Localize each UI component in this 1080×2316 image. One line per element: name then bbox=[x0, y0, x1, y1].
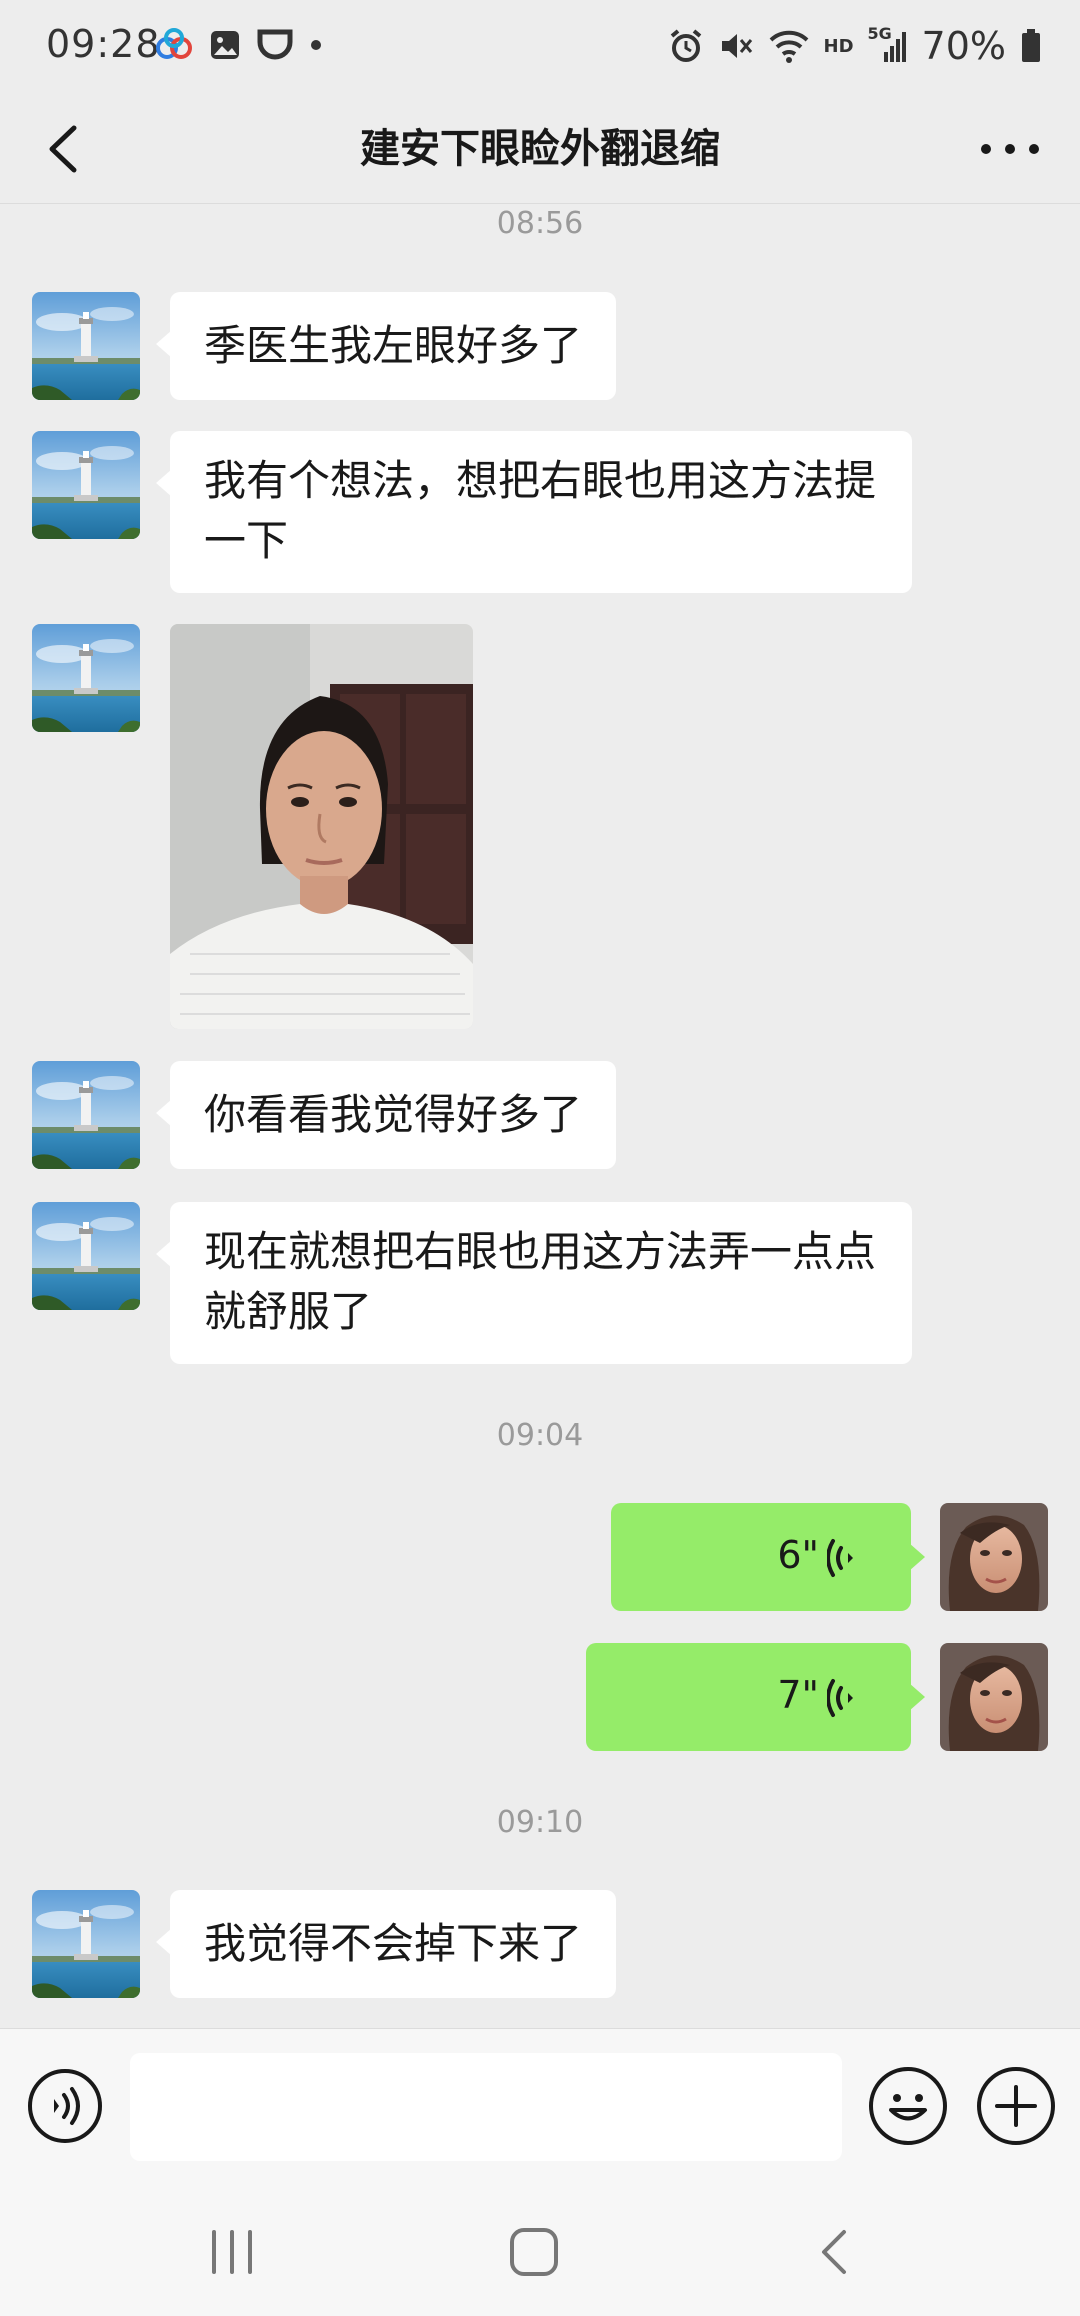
message-bubble[interactable]: 你看看我觉得好多了 bbox=[155, 1061, 617, 1169]
voice-duration: 6" bbox=[777, 1533, 819, 1577]
chat-input-bar bbox=[0, 2028, 1080, 2188]
timestamp: 08:56 bbox=[496, 206, 584, 241]
contact-avatar[interactable] bbox=[32, 1890, 140, 1998]
notification-icons bbox=[155, 28, 323, 62]
battery-percent: 70% bbox=[921, 24, 1006, 68]
contact-avatar[interactable] bbox=[32, 1061, 140, 1169]
contact-avatar[interactable] bbox=[32, 1202, 140, 1310]
message-text: 季医生我左眼好多了 bbox=[204, 321, 583, 370]
contact-avatar[interactable] bbox=[32, 431, 140, 539]
gallery-icon bbox=[211, 31, 239, 59]
chat-header: 建安下眼睑外翻退缩 bbox=[0, 92, 1080, 204]
dot-icon bbox=[311, 40, 321, 50]
plus-button[interactable] bbox=[977, 2067, 1055, 2145]
hd-label: HD bbox=[823, 35, 854, 57]
shield-app-icon bbox=[257, 29, 293, 60]
message-input[interactable] bbox=[130, 2053, 842, 2161]
message-bubble[interactable]: 我有个想法，想把右眼也用这方法提一下 bbox=[156, 431, 912, 593]
contact-avatar[interactable] bbox=[32, 624, 140, 732]
mute-icon bbox=[721, 34, 752, 58]
voice-message-bubble[interactable]: 7" bbox=[586, 1643, 925, 1751]
voice-duration: 7" bbox=[777, 1673, 819, 1717]
voice-icon bbox=[827, 1679, 853, 1717]
home-icon[interactable] bbox=[504, 2222, 564, 2282]
voice-icon bbox=[827, 1539, 853, 1577]
nav-back-icon[interactable] bbox=[806, 2222, 866, 2282]
voice-message-bubble[interactable]: 6" bbox=[611, 1503, 925, 1611]
status-time: 09:28 bbox=[46, 22, 161, 66]
timestamp: 09:10 bbox=[496, 1805, 584, 1840]
recent-apps-icon[interactable] bbox=[202, 2222, 262, 2282]
status-bar: 09:28 HD 5G 70% bbox=[0, 0, 1080, 92]
plus-icon bbox=[995, 2085, 1037, 2127]
emoji-button[interactable] bbox=[869, 2067, 947, 2145]
timestamp: 09:04 bbox=[496, 1418, 584, 1453]
photo-message[interactable] bbox=[170, 624, 473, 1029]
message-bubble[interactable]: 我觉得不会掉下来了 bbox=[155, 1890, 617, 1998]
my-avatar[interactable] bbox=[940, 1643, 1048, 1751]
message-bubble[interactable]: 季医生我左眼好多了 bbox=[155, 292, 617, 400]
message-text: 现在就想把右眼也用这方法弄一点点就舒服了 bbox=[204, 1227, 877, 1336]
chat-title: 建安下眼睑外翻退缩 bbox=[360, 126, 720, 172]
message-text: 我有个想法，想把右眼也用这方法提一下 bbox=[204, 456, 877, 565]
voice-input-button[interactable] bbox=[28, 2069, 102, 2143]
system-nav-bar bbox=[0, 2188, 1080, 2316]
contact-avatar[interactable] bbox=[32, 292, 140, 400]
voice-input-icon bbox=[54, 2087, 80, 2125]
cloud-app-icon bbox=[156, 28, 192, 59]
emoji-icon bbox=[889, 2094, 927, 2121]
message-text: 你看看我觉得好多了 bbox=[204, 1090, 583, 1139]
message-text: 我觉得不会掉下来了 bbox=[204, 1919, 583, 1968]
alarm-icon bbox=[670, 29, 701, 62]
more-icon[interactable] bbox=[970, 114, 1050, 184]
message-bubble[interactable]: 现在就想把右眼也用这方法弄一点点就舒服了 bbox=[156, 1202, 912, 1364]
signal-group: 5G bbox=[868, 24, 908, 64]
status-icons: HD 5G 70% bbox=[668, 24, 1042, 68]
wifi-icon bbox=[769, 30, 808, 63]
battery-icon bbox=[1022, 29, 1040, 62]
my-avatar[interactable] bbox=[940, 1503, 1048, 1611]
signal-icon bbox=[883, 32, 906, 62]
